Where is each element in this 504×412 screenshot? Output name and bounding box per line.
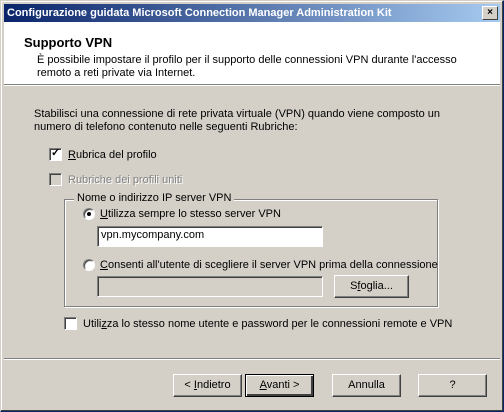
header-divider <box>4 84 500 86</box>
check-mark-icon: ✓ <box>51 147 61 159</box>
window-title: Configurazione guidata Microsoft Connect… <box>7 7 392 19</box>
back-button[interactable]: < Indietro <box>173 374 242 397</box>
close-button[interactable]: × <box>482 6 498 20</box>
merged-phonebooks-label: Rubriche dei profili uniti <box>68 173 183 186</box>
vpn-server-group-legend: Nome o indirizzo IP server VPN <box>74 192 235 204</box>
merged-phonebooks-option[interactable]: Rubriche dei profili uniti <box>49 173 182 186</box>
footer-divider <box>4 358 500 360</box>
wizard-window: Configurazione guidata Microsoft Connect… <box>0 0 504 412</box>
browse-button[interactable]: Sfoglia... <box>334 275 409 298</box>
same-server-label: Utilizza sempre lo stesso server VPN <box>100 208 281 220</box>
same-server-option[interactable]: Utilizza sempre lo stesso server VPN <box>83 208 281 220</box>
page-description: È possibile impostare il profilo per il … <box>37 54 457 79</box>
vpn-file-input[interactable] <box>97 276 323 297</box>
same-credentials-label: Utilizza lo stesso nome utente e passwor… <box>83 317 453 330</box>
radio-selected-dot <box>87 212 91 216</box>
same-credentials-checkbox[interactable] <box>64 317 77 330</box>
user-choice-label: Consenti all'utente di scegliere il serv… <box>100 259 438 271</box>
user-choice-option[interactable]: Consenti all'utente di scegliere il serv… <box>83 259 438 271</box>
merged-phonebooks-checkbox[interactable] <box>49 173 62 186</box>
title-bar[interactable]: Configurazione guidata Microsoft Connect… <box>4 4 500 22</box>
vpn-server-input[interactable]: vpn.mycompany.com <box>97 226 323 247</box>
page-title: Supporto VPN <box>24 35 113 50</box>
intro-text: Stabilisci una connessione di rete priva… <box>34 108 441 133</box>
same-credentials-option[interactable]: Utilizza lo stesso nome utente e passwor… <box>64 317 452 330</box>
same-server-radio[interactable] <box>83 208 95 220</box>
profile-phonebook-option[interactable]: ✓ Rubrica del profilo <box>49 148 157 161</box>
wizard-header: Supporto VPN È possibile impostare il pr… <box>4 22 500 84</box>
cancel-button[interactable]: Annulla <box>332 374 401 397</box>
close-icon: × <box>487 7 493 18</box>
next-button[interactable]: Avanti > <box>245 374 314 397</box>
user-choice-radio[interactable] <box>83 259 95 271</box>
profile-phonebook-checkbox[interactable]: ✓ <box>49 148 62 161</box>
profile-phonebook-label: Rubrica del profilo <box>68 148 157 161</box>
help-button[interactable]: ? <box>418 374 487 397</box>
